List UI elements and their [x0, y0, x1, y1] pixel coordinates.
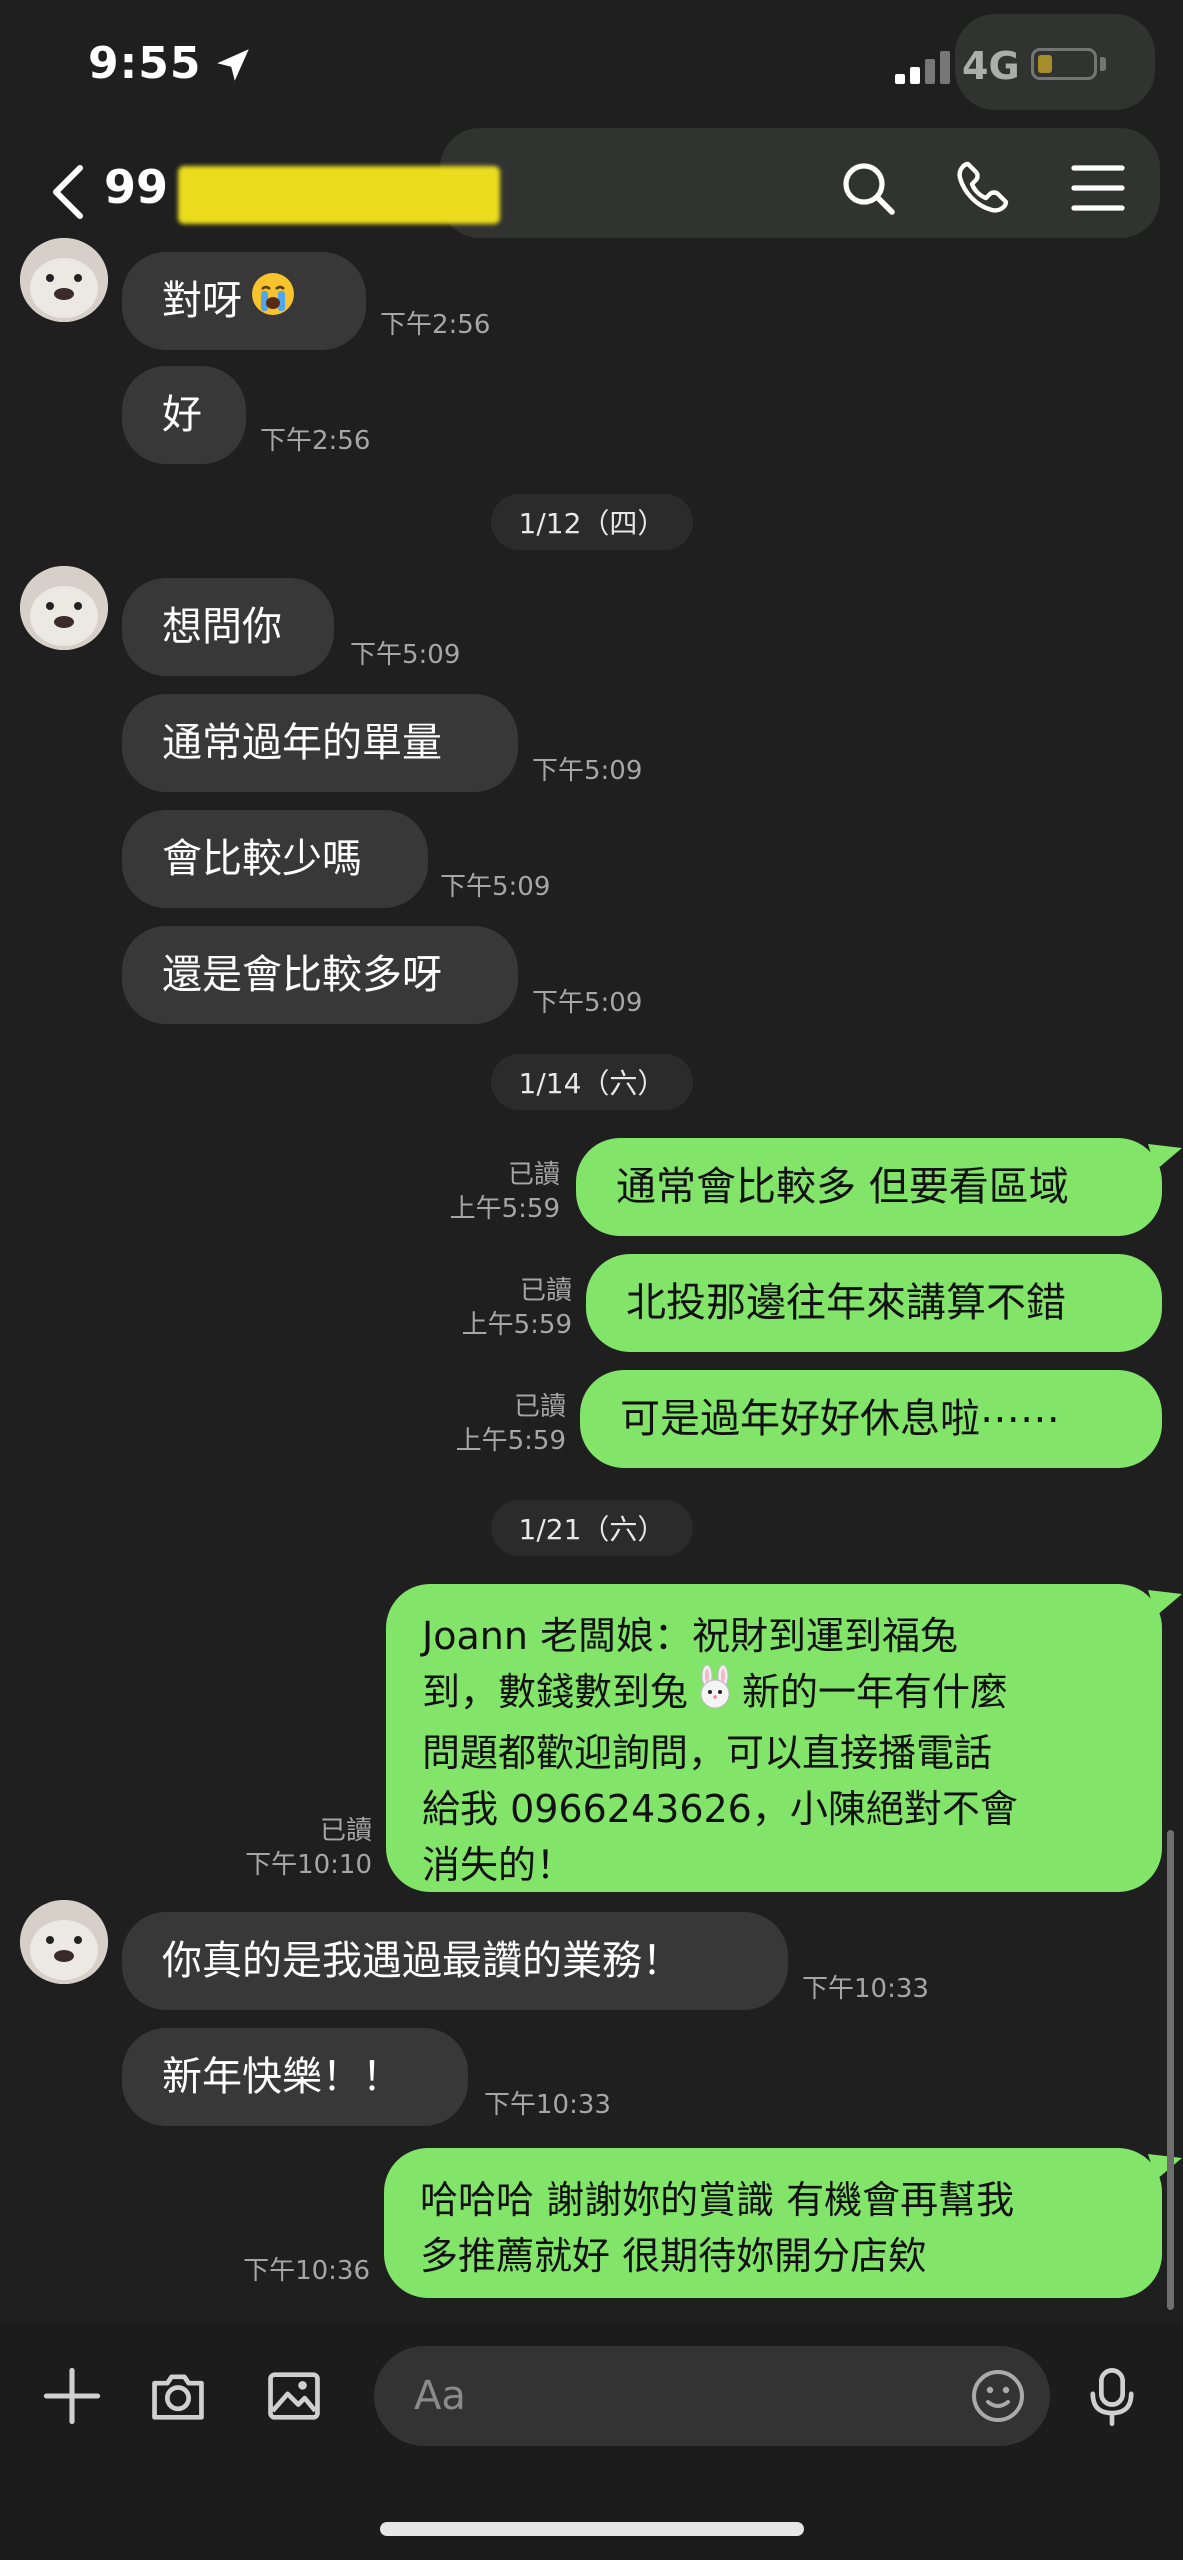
status-time: 9:55 — [88, 38, 202, 89]
bubble-tail — [1148, 1144, 1182, 1170]
message-time: 下午10:33 — [484, 2090, 611, 2120]
menu-icon[interactable] — [1068, 158, 1128, 218]
message-input[interactable] — [374, 2346, 1050, 2446]
chat-title[interactable]: 99 — [104, 160, 168, 214]
plus-icon[interactable] — [40, 2364, 104, 2428]
message-meta: 已讀 上午5:59 — [420, 1158, 560, 1226]
message-bubble-incoming[interactable]: 想問你 — [122, 578, 334, 676]
message-line: 給我 0966243626，小陳絕對不會 — [422, 1787, 1018, 1831]
message-time: 下午5:09 — [440, 872, 551, 902]
bubble-tail — [1148, 1590, 1182, 1616]
scrollbar[interactable] — [1167, 1830, 1174, 2310]
camera-icon[interactable] — [146, 2364, 210, 2428]
message-bubble-incoming[interactable]: 還是會比較多呀 — [122, 926, 518, 1024]
message-text: 還是會比較多呀 — [162, 952, 442, 998]
message-text: 新年快樂！！ — [162, 2054, 402, 2100]
message-line: 消失的！ — [422, 1843, 575, 1887]
location-arrow-icon — [217, 49, 249, 81]
message-text: 對呀 — [162, 278, 242, 324]
message-text: 通常會比較多 但要看區域 — [616, 1164, 1069, 1210]
search-icon[interactable] — [838, 158, 898, 218]
message-meta: 已讀 上午5:59 — [420, 1390, 566, 1458]
date-separator: 1/12（四） — [491, 494, 693, 550]
read-receipt: 已讀 — [513, 1392, 566, 1422]
message-time: 下午10:10 — [245, 1850, 372, 1880]
message-text: 可是過年好好休息啦⋯⋯ — [620, 1396, 1060, 1442]
message-time: 上午5:59 — [461, 1310, 572, 1340]
message-meta: 已讀 上午5:59 — [432, 1274, 572, 1342]
rabbit-face-icon — [692, 1664, 738, 1725]
date-separator: 1/21（六） — [491, 1500, 693, 1556]
message-time: 下午5:09 — [350, 640, 461, 670]
message-bubble-incoming[interactable]: 對呀 — [122, 252, 366, 350]
message-line: 多推薦就好 很期待妳開分店欸 — [420, 2234, 927, 2278]
image-icon[interactable] — [262, 2364, 326, 2428]
message-time: 下午10:33 — [802, 1974, 929, 2004]
message-text: 你真的是我遇過最讚的業務！ — [162, 1938, 682, 1984]
contact-avatar[interactable] — [20, 566, 108, 650]
emoji-icon[interactable] — [968, 2366, 1028, 2426]
message-bubble-outgoing[interactable]: 北投那邊往年來講算不錯 — [586, 1254, 1162, 1352]
message-time: 上午5:59 — [449, 1194, 560, 1224]
message-time: 下午2:56 — [260, 426, 371, 456]
date-separator: 1/14（六） — [491, 1054, 693, 1110]
message-bubble-incoming[interactable]: 新年快樂！！ — [122, 2028, 468, 2126]
message-text: 通常過年的單量 — [162, 720, 442, 766]
message-meta: 已讀 下午10:10 — [212, 1814, 372, 1882]
message-text: 會比較少嗎 — [162, 836, 362, 882]
message-meta: 下午10:36 — [220, 2254, 370, 2288]
message-bubble-outgoing[interactable]: 哈哈哈 謝謝妳的賞識 有機會再幫我 多推薦就好 很期待妳開分店欸 — [384, 2148, 1162, 2298]
message-bubble-incoming[interactable]: 會比較少嗎 — [122, 810, 428, 908]
redaction-mark — [178, 166, 500, 224]
message-time: 下午5:09 — [532, 756, 643, 786]
microphone-icon[interactable] — [1080, 2364, 1144, 2428]
message-line: Joann 老闆娘：祝財到運到福兔 — [422, 1614, 958, 1658]
notification-ghost — [955, 14, 1155, 110]
crying-face-icon — [250, 271, 296, 331]
read-receipt: 已讀 — [519, 1276, 572, 1306]
notification-ghost — [440, 128, 1160, 238]
message-bubble-incoming[interactable]: 你真的是我遇過最讚的業務！ — [122, 1912, 788, 2010]
home-indicator[interactable] — [380, 2522, 804, 2536]
contact-avatar[interactable] — [20, 1900, 108, 1984]
message-time: 下午10:36 — [243, 2256, 370, 2286]
contact-avatar[interactable] — [20, 238, 108, 322]
message-bubble-incoming[interactable]: 好 — [122, 366, 246, 464]
message-bubble-incoming[interactable]: 通常過年的單量 — [122, 694, 518, 792]
message-bubble-outgoing[interactable]: 可是過年好好休息啦⋯⋯ — [580, 1370, 1162, 1468]
message-bubble-outgoing[interactable]: Joann 老闆娘：祝財到運到福兔 到，數錢數到兔 新的一年有什麼 問題都歡迎詢… — [386, 1584, 1162, 1892]
message-time: 下午5:09 — [532, 988, 643, 1018]
read-receipt: 已讀 — [319, 1816, 372, 1846]
message-time: 下午2:56 — [380, 310, 491, 340]
message-line: 到，數錢數到兔 新的一年有什麼 — [422, 1664, 1126, 1725]
message-line: 哈哈哈 謝謝妳的賞識 有機會再幫我 — [420, 2178, 1015, 2222]
signal-strength-icon — [895, 50, 953, 84]
phone-icon[interactable] — [952, 158, 1012, 218]
message-line: 問題都歡迎詢問，可以直接播電話 — [422, 1731, 993, 1775]
message-bubble-outgoing[interactable]: 通常會比較多 但要看區域 — [576, 1138, 1162, 1236]
message-time: 上午5:59 — [455, 1426, 566, 1456]
read-receipt: 已讀 — [507, 1160, 560, 1190]
bubble-tail — [1148, 2154, 1182, 2180]
message-text: 北投那邊往年來講算不錯 — [626, 1280, 1066, 1326]
message-text: 好 — [162, 392, 202, 438]
message-text: 想問你 — [162, 604, 282, 650]
back-icon[interactable] — [48, 164, 88, 220]
